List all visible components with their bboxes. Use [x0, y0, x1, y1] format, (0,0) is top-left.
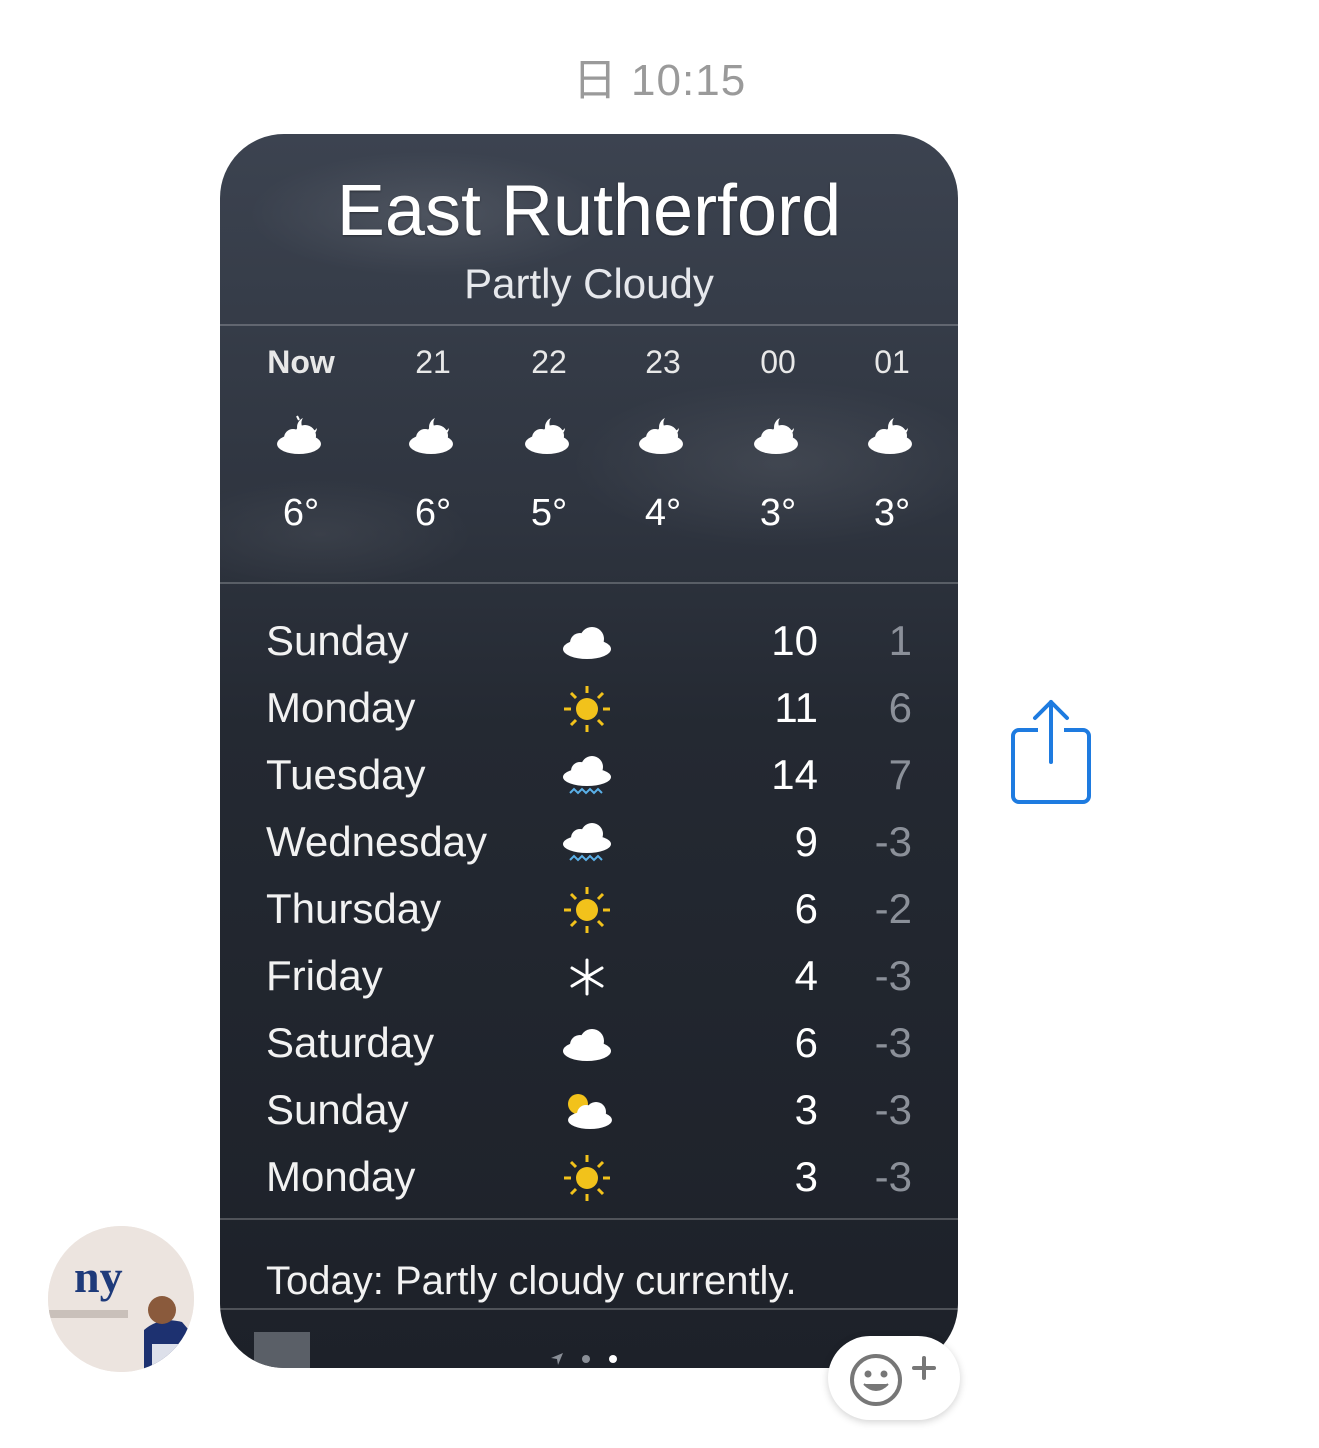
day-name: Monday — [266, 1153, 416, 1200]
hour-column: 23 4° — [608, 334, 718, 535]
hour-label: 21 — [415, 344, 451, 380]
city-name: East Rutherford — [336, 171, 842, 251]
divider — [220, 582, 958, 584]
low-temp: -3 — [874, 1153, 912, 1200]
hour-temp: 6° — [282, 492, 320, 534]
sun-icon — [564, 686, 610, 732]
high-temp: 3 — [794, 1153, 818, 1200]
page-dot — [582, 1355, 591, 1363]
hour-temp: 3° — [759, 492, 797, 534]
svg-text:ny: ny — [74, 1251, 123, 1302]
hour-label: 23 — [645, 344, 681, 380]
cloud-icon — [563, 627, 611, 659]
high-temp: 10 — [771, 617, 818, 664]
sun-icon — [564, 1155, 610, 1201]
hour-column: 00 3° — [723, 334, 833, 535]
message-timestamp: 日 10:15 — [572, 56, 747, 105]
hour-column: 01 3° — [837, 334, 947, 535]
day-name: Sunday — [266, 617, 409, 664]
location-arrow-icon — [551, 1352, 563, 1365]
hour-temp: 6° — [414, 492, 452, 534]
partly-cloudy-night-icon — [868, 418, 912, 454]
hour-temp: 5° — [530, 492, 568, 534]
partly-cloudy-night-icon — [525, 418, 569, 454]
hour-column: Now 6° — [246, 334, 356, 535]
day-row: Sunday 10 1 — [220, 609, 958, 675]
high-temp: 4 — [794, 952, 818, 999]
hour-label: 01 — [874, 344, 910, 380]
hour-label: Now — [267, 344, 335, 380]
hour-label: 00 — [760, 344, 796, 380]
giants-logo-avatar-image: ny — [48, 1226, 194, 1372]
share-icon[interactable] — [1010, 696, 1092, 806]
high-temp: 6 — [794, 1019, 818, 1066]
weather-screenshot-message[interactable]: East Rutherford Partly Cloudy Now 6° 21 … — [220, 134, 958, 1368]
day-name: Monday — [266, 684, 416, 731]
partly-cloudy-night-icon — [409, 418, 453, 454]
divider — [220, 1218, 958, 1220]
day-row: Wednesday 9 -3 — [220, 810, 958, 876]
low-temp: -3 — [874, 1019, 912, 1066]
hour-column: 21 6° — [378, 334, 488, 535]
rain-cloud-icon — [563, 823, 611, 862]
add-reaction-button[interactable] — [828, 1336, 960, 1420]
page-indicator — [550, 1350, 631, 1368]
high-temp: 9 — [794, 818, 818, 865]
hourly-forecast: Now 6° 21 6° 22 5° 23 4° 00 3° 01 3° — [220, 334, 958, 574]
cloud-icon — [563, 1029, 611, 1061]
low-temp: -2 — [874, 885, 912, 932]
partly-cloudy-day-icon — [568, 1094, 612, 1129]
day-row: Saturday 6 -3 — [220, 1011, 958, 1077]
low-temp: 7 — [888, 751, 912, 798]
day-row: Sunday 3 -3 — [220, 1078, 958, 1144]
snowflake-icon — [570, 958, 604, 996]
day-name: Tuesday — [266, 751, 426, 798]
partly-cloudy-night-icon — [277, 415, 321, 454]
day-name: Friday — [266, 952, 383, 999]
hour-temp: 3° — [873, 492, 911, 534]
partly-cloudy-night-icon — [754, 418, 798, 454]
day-name: Thursday — [266, 885, 442, 932]
day-row: Friday 4 -3 — [220, 944, 958, 1010]
low-temp: -3 — [874, 1086, 912, 1133]
day-row: Monday 11 6 — [220, 676, 958, 742]
day-name: Saturday — [266, 1019, 435, 1066]
high-temp: 11 — [774, 684, 818, 731]
high-temp: 6 — [794, 885, 818, 932]
current-condition: Partly Cloudy — [464, 260, 714, 307]
partly-cloudy-night-icon — [639, 418, 683, 454]
page-dot-active — [608, 1355, 617, 1363]
hour-label: 22 — [531, 344, 567, 380]
divider — [220, 324, 958, 326]
forecast-summary: Today: Partly cloudy currently. — [266, 1259, 797, 1303]
high-temp: 14 — [771, 751, 818, 798]
low-temp: 1 — [888, 617, 912, 664]
sun-icon — [564, 887, 610, 933]
low-temp: 6 — [888, 684, 912, 731]
day-row: Monday 3 -3 — [220, 1145, 958, 1211]
avatar[interactable]: ny — [48, 1226, 194, 1372]
weather-channel-logo — [254, 1332, 310, 1368]
low-temp: -3 — [874, 952, 912, 999]
day-name: Sunday — [266, 1086, 409, 1133]
day-row: Tuesday 14 7 — [220, 743, 958, 809]
hour-temp: 4° — [644, 492, 682, 534]
high-temp: 3 — [794, 1086, 818, 1133]
rain-cloud-icon — [563, 756, 611, 795]
day-name: Wednesday — [266, 818, 488, 865]
low-temp: -3 — [874, 818, 912, 865]
day-row: Thursday 6 -2 — [220, 877, 958, 943]
hour-column: 22 5° — [494, 334, 604, 535]
divider — [220, 1308, 958, 1310]
